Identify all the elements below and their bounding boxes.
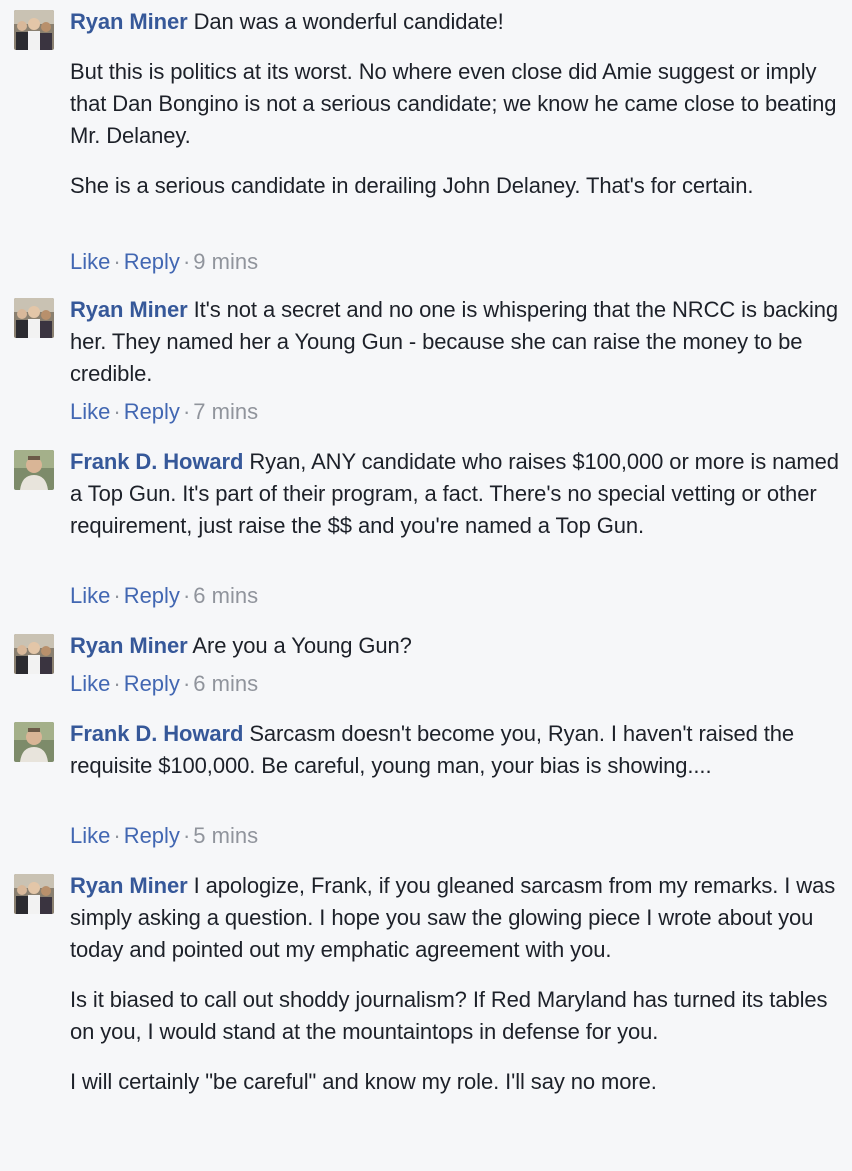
like-link[interactable]: Like — [70, 583, 110, 608]
portrait-photo-avatar[interactable] — [14, 722, 54, 762]
timestamp[interactable]: 6 mins — [193, 671, 258, 696]
timestamp[interactable]: 7 mins — [193, 399, 258, 424]
separator: · — [182, 671, 191, 696]
reply-link[interactable]: Reply — [124, 249, 180, 274]
comment-author[interactable]: Frank D. Howard — [70, 449, 243, 474]
comment-author[interactable]: Frank D. Howard — [70, 721, 243, 746]
comment-paragraph: She is a serious candidate in derailing … — [70, 173, 754, 198]
reply-link[interactable]: Reply — [124, 823, 180, 848]
comment-body: Frank D. Howard Ryan, ANY candidate who … — [70, 446, 840, 542]
comment-actions: Like · Reply · 5 mins — [70, 820, 258, 852]
comment-author[interactable]: Ryan Miner — [70, 633, 188, 658]
separator: · — [182, 249, 191, 274]
comment-actions: Like · Reply · 9 mins — [70, 246, 258, 278]
reply-link[interactable]: Reply — [124, 671, 180, 696]
separator: · — [113, 399, 121, 424]
comment-author[interactable]: Ryan Miner — [70, 873, 188, 898]
group-photo-avatar[interactable] — [14, 298, 54, 338]
like-link[interactable]: Like — [70, 399, 110, 424]
comment-text: Dan was a wonderful candidate! — [193, 9, 504, 34]
like-link[interactable]: Like — [70, 823, 110, 848]
separator: · — [113, 671, 121, 696]
reply-link[interactable]: Reply — [124, 399, 180, 424]
separator: · — [182, 583, 191, 608]
separator: · — [113, 583, 121, 608]
comment-actions: Like · Reply · 7 mins — [70, 396, 258, 428]
comment-paragraph: Is it biased to call out shoddy journali… — [70, 987, 828, 1044]
group-photo-avatar[interactable] — [14, 10, 54, 50]
comment-text: Are you a Young Gun? — [192, 633, 412, 658]
separator: · — [113, 823, 121, 848]
comment-actions: Like · Reply · 6 mins — [70, 580, 258, 612]
comment-actions: Like · Reply · 6 mins — [70, 668, 258, 700]
timestamp[interactable]: 6 mins — [193, 583, 258, 608]
comment-body: Frank D. Howard Sarcasm doesn't become y… — [70, 718, 840, 782]
separator: · — [182, 399, 191, 424]
comment-paragraph: I will certainly "be careful" and know m… — [70, 1069, 657, 1094]
group-photo-avatar[interactable] — [14, 874, 54, 914]
timestamp[interactable]: 5 mins — [193, 823, 258, 848]
comment-body: Ryan Miner It's not a secret and no one … — [70, 294, 840, 390]
reply-link[interactable]: Reply — [124, 583, 180, 608]
comment-body: Ryan Miner I apologize, Frank, if you gl… — [70, 870, 840, 1098]
separator: · — [113, 249, 121, 274]
portrait-photo-avatar[interactable] — [14, 450, 54, 490]
separator: · — [182, 823, 191, 848]
comment-body: Ryan Miner Dan was a wonderful candidate… — [70, 6, 840, 202]
comment-author[interactable]: Ryan Miner — [70, 297, 188, 322]
like-link[interactable]: Like — [70, 671, 110, 696]
comment-author[interactable]: Ryan Miner — [70, 9, 188, 34]
like-link[interactable]: Like — [70, 249, 110, 274]
comment-paragraph: But this is politics at its worst. No wh… — [70, 59, 837, 148]
timestamp[interactable]: 9 mins — [193, 249, 258, 274]
comment-body: Ryan Miner Are you a Young Gun? — [70, 630, 840, 662]
group-photo-avatar[interactable] — [14, 634, 54, 674]
comment-thread: Ryan Miner Dan was a wonderful candidate… — [0, 0, 852, 1171]
